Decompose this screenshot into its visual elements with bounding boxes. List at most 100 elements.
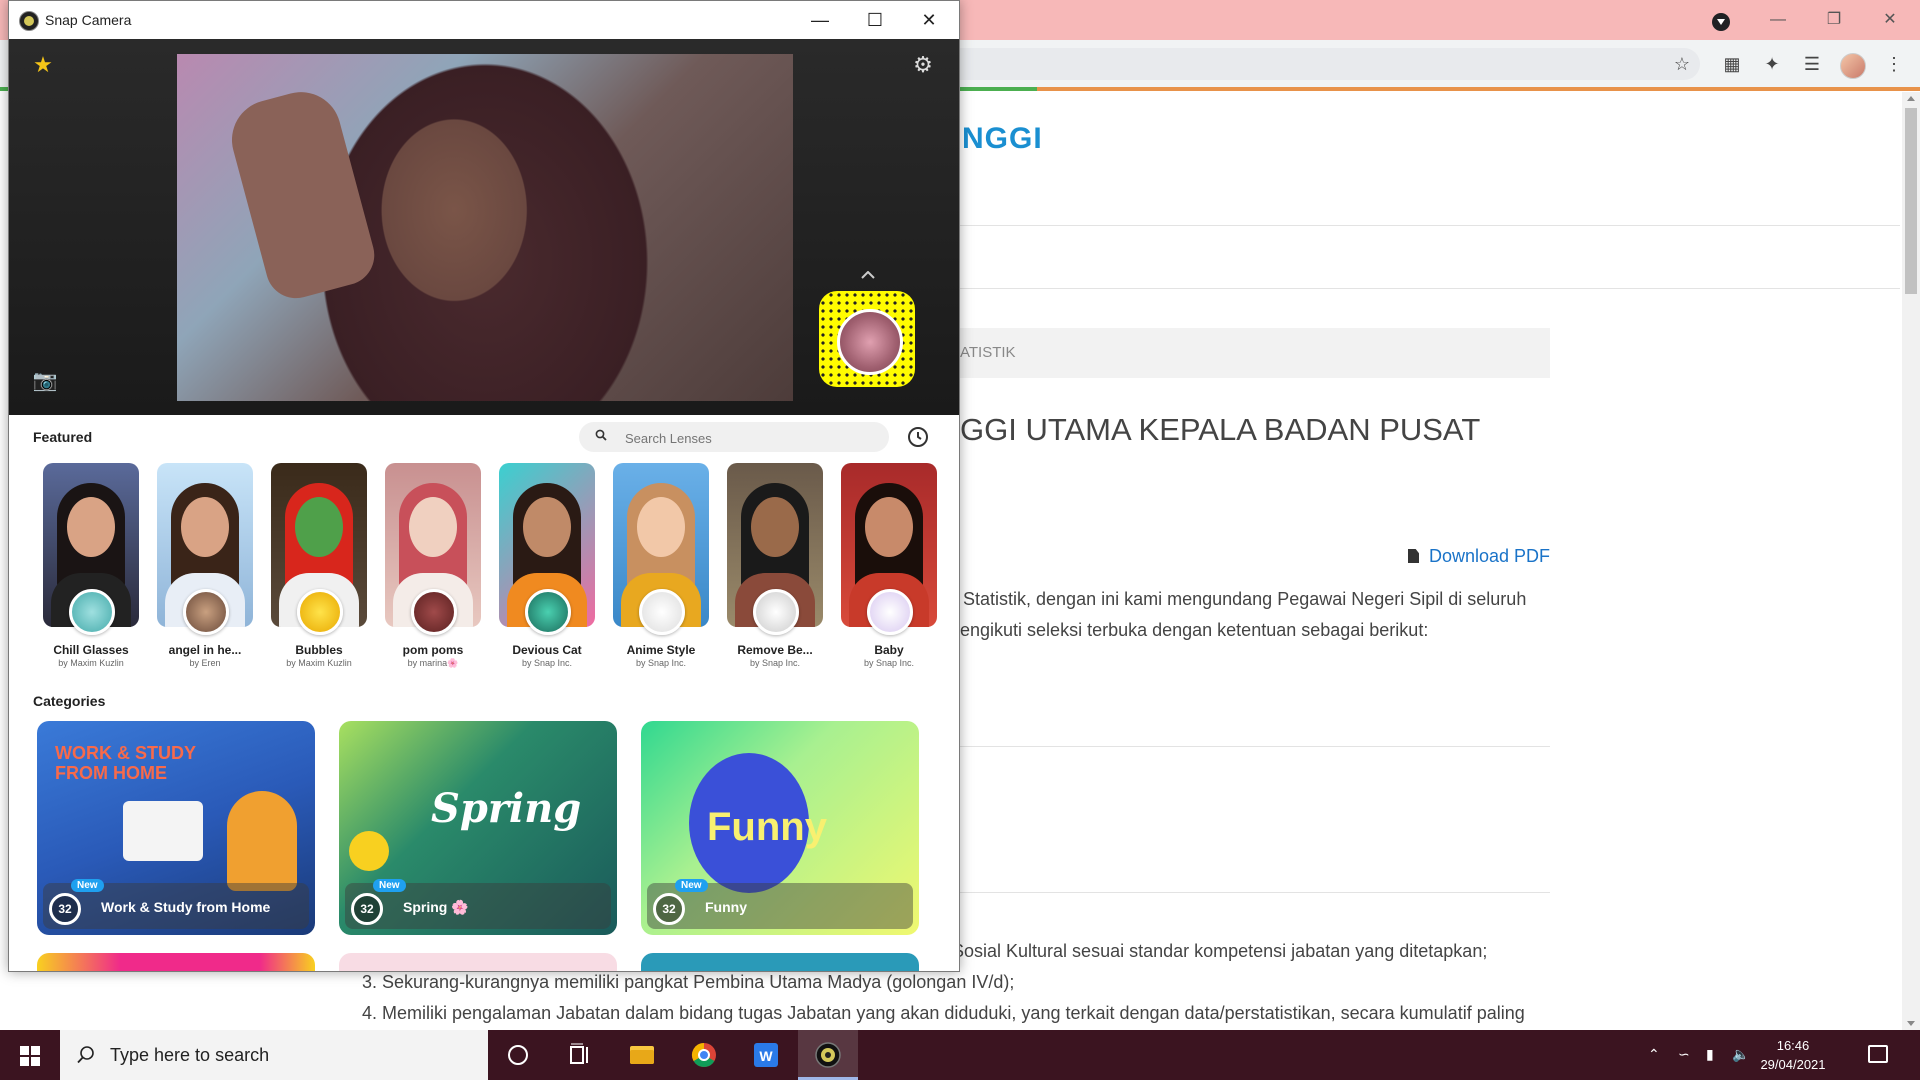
notifications-icon[interactable] — [1868, 1045, 1888, 1063]
lens-card[interactable]: Baby by Snap Inc. — [841, 463, 937, 683]
volume-icon[interactable]: 🔈 — [1732, 1046, 1749, 1063]
lens-thumbnail-face — [637, 497, 685, 557]
new-badge: New — [675, 879, 708, 892]
category-card-spring[interactable]: Spring 32 New Spring 🌸 — [339, 721, 617, 935]
creator-avatar — [525, 589, 571, 635]
wps-writer-button[interactable]: W — [736, 1030, 796, 1080]
task-view-icon — [570, 1043, 588, 1064]
divider — [960, 746, 1550, 747]
breadcrumb-text[interactable]: ATISTIK — [960, 344, 1016, 361]
profile-avatar[interactable] — [1840, 53, 1866, 79]
category-card-partial[interactable] — [641, 953, 919, 971]
snapcode-button[interactable] — [819, 291, 915, 387]
address-bar[interactable] — [940, 48, 1700, 80]
new-badge: New — [373, 879, 406, 892]
category-label: Funny — [705, 899, 747, 915]
scroll-up-icon[interactable] — [1907, 96, 1915, 101]
category-card-partial[interactable] — [37, 953, 315, 971]
menu-kebab-icon[interactable]: ⋮ — [1882, 52, 1906, 76]
featured-lenses: Chill Glasses by Maxim Kuzlin angel in h… — [33, 463, 953, 683]
close-icon[interactable]: ✕ — [1870, 6, 1910, 34]
tray-chevron-icon[interactable]: ⌃ — [1648, 1046, 1660, 1063]
lens-browser: Featured Chill Glasses by Maxim Kuzlin — [9, 415, 959, 971]
creator-avatar — [867, 589, 913, 635]
tab-search-icon[interactable] — [1712, 13, 1730, 31]
minimize-icon[interactable]: — — [1758, 6, 1798, 34]
windows-logo-icon — [20, 1046, 40, 1066]
snap-camera-taskbar-button[interactable] — [798, 1030, 858, 1080]
search-icon — [595, 429, 607, 441]
lens-card[interactable]: Bubbles by Maxim Kuzlin — [271, 463, 367, 683]
category-card-partial[interactable] — [339, 953, 617, 971]
lens-creator: by Snap Inc. — [863, 658, 915, 668]
screenshot-camera-icon[interactable]: 📷 — [31, 369, 59, 393]
lens-thumbnail-face — [751, 497, 799, 557]
scroll-thumb[interactable] — [1905, 108, 1917, 294]
lens-card[interactable]: pom poms by marina🌸 — [385, 463, 481, 683]
lens-card[interactable]: angel in he... by Eren — [157, 463, 253, 683]
settings-gear-icon[interactable]: ⚙ — [909, 51, 937, 79]
divider — [960, 225, 1900, 226]
clock[interactable]: 16:46 29/04/2021 — [1748, 1036, 1838, 1074]
search-icon — [77, 1046, 94, 1064]
bookmark-star-icon[interactable]: ☆ — [1670, 52, 1694, 76]
grid-icon[interactable]: ▦ — [1720, 52, 1744, 76]
lens-thumbnail-face — [67, 497, 115, 557]
snap-titlebar: Snap Camera — ☐ ✕ — [9, 1, 959, 39]
clock-date: 29/04/2021 — [1760, 1057, 1826, 1072]
favorites-star-icon[interactable]: ★ — [29, 51, 57, 79]
task-view-button[interactable] — [550, 1030, 610, 1080]
lens-card[interactable]: Devious Cat by Snap Inc. — [499, 463, 595, 683]
history-icon[interactable] — [905, 424, 931, 450]
paragraph-line: 3. Sekurang-kurangnya memiliki pangkat P… — [362, 972, 1015, 992]
paragraph-line: 4. Memiliki pengalaman Jabatan dalam bid… — [362, 1003, 1525, 1023]
lens-count-badge: 32 — [351, 893, 383, 925]
svg-text:W: W — [759, 1048, 773, 1064]
category-art-text: Spring — [431, 785, 582, 832]
cortana-button[interactable] — [488, 1030, 548, 1080]
battery-icon[interactable]: ▮ — [1706, 1046, 1714, 1063]
download-pdf-link[interactable]: Download PDF — [1408, 546, 1550, 567]
search-input[interactable] — [623, 426, 877, 450]
lens-thumbnail-face — [865, 497, 913, 557]
creator-avatar — [753, 589, 799, 635]
media-icon[interactable]: ☰ — [1800, 52, 1824, 76]
download-label: Download PDF — [1429, 546, 1551, 566]
paragraph-line: Statistik, dengan ini kami mengundang Pe… — [963, 589, 1527, 609]
category-art-text: WORK & STUDY FROM HOME — [55, 743, 196, 783]
file-explorer-button[interactable] — [612, 1030, 672, 1080]
category-card-work-study[interactable]: WORK & STUDY FROM HOME 32 New Work & Stu… — [37, 721, 315, 935]
page-scrollbar[interactable] — [1902, 92, 1920, 1030]
minimize-icon[interactable]: — — [797, 5, 843, 35]
snap-camera-icon — [815, 1042, 841, 1068]
category-card-funny[interactable]: Funny 32 New Funny — [641, 721, 919, 935]
creator-avatar — [297, 589, 343, 635]
camera-preview-panel: ★ ⚙ 📷 — [9, 39, 959, 415]
lens-count-badge: 32 — [49, 893, 81, 925]
lens-creator: by Snap Inc. — [521, 658, 573, 668]
camera-subject — [222, 83, 382, 305]
writer-icon: W — [754, 1043, 778, 1067]
lens-name: angel in he... — [168, 643, 242, 657]
site-title[interactable]: NGGI — [962, 122, 1043, 156]
lens-card[interactable]: Remove Be... by Snap Inc. — [727, 463, 823, 683]
chrome-button[interactable] — [674, 1030, 734, 1080]
chevron-up-icon[interactable] — [861, 271, 875, 279]
maximize-icon[interactable]: ☐ — [852, 5, 898, 35]
window-title: Snap Camera — [45, 12, 132, 28]
lens-card[interactable]: Chill Glasses by Maxim Kuzlin — [43, 463, 139, 683]
lens-creator: by Eren — [189, 658, 221, 668]
scroll-down-icon[interactable] — [1907, 1021, 1915, 1026]
categories-heading: Categories — [33, 693, 106, 709]
restore-icon[interactable]: ❐ — [1814, 6, 1854, 34]
extensions-icon[interactable]: ✦ — [1760, 52, 1784, 76]
start-button[interactable] — [0, 1030, 60, 1080]
search-lenses-box[interactable] — [579, 422, 889, 452]
lens-name: pom poms — [402, 643, 464, 657]
close-icon[interactable]: ✕ — [906, 5, 952, 35]
lens-card[interactable]: Anime Style by Snap Inc. — [613, 463, 709, 683]
taskbar-search-box[interactable]: Type here to search — [60, 1030, 488, 1080]
wifi-icon[interactable]: ∽ — [1678, 1046, 1690, 1063]
paragraph-line: Sosial Kultural sesuai standar kompetens… — [952, 941, 1488, 961]
chrome-icon — [691, 1043, 716, 1068]
